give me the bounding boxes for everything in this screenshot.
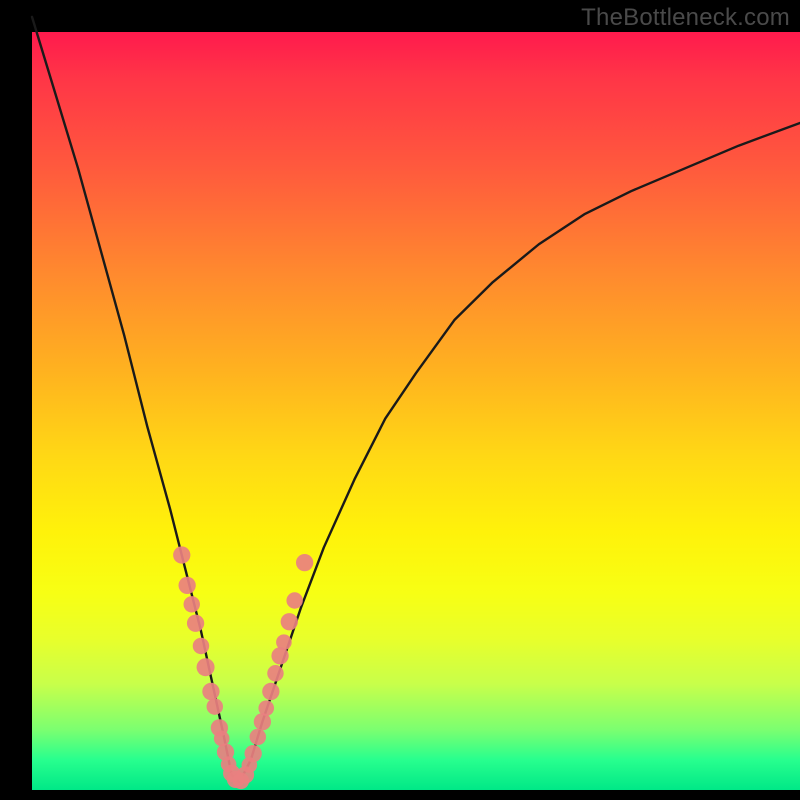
chart-svg [0,0,800,800]
data-marker [271,647,288,664]
data-marker [262,683,279,700]
data-marker [296,554,313,571]
data-marker [254,713,271,730]
data-marker [184,596,200,612]
data-marker [245,745,262,762]
data-marker [267,665,283,681]
data-marker [178,577,195,594]
data-marker [187,615,204,632]
data-marker [173,546,190,563]
data-marker [197,658,215,676]
bottleneck-curve [32,17,800,783]
data-marker [286,592,302,608]
data-marker [276,634,292,650]
watermark-text: TheBottleneck.com [581,4,790,32]
data-marker [258,700,274,716]
data-marker [281,613,298,630]
data-marker [202,683,219,700]
data-marker [250,729,266,745]
data-marker [193,638,209,654]
outer-frame: TheBottleneck.com [0,0,800,800]
data-marker [207,698,223,714]
